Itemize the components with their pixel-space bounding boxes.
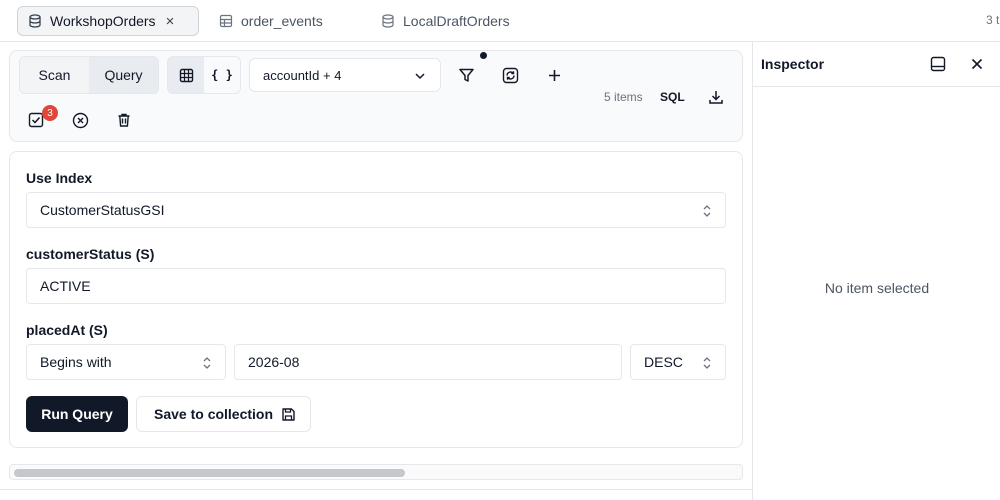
table-icon: [219, 14, 233, 28]
add-icon[interactable]: [544, 65, 564, 85]
database-icon: [381, 14, 395, 28]
tab-order-events[interactable]: order_events: [219, 6, 323, 36]
tab-label: order_events: [241, 13, 323, 29]
attribute-select[interactable]: accountId + 4: [249, 58, 441, 92]
save-button-label: Save to collection: [154, 406, 274, 422]
status-divider: [0, 489, 752, 490]
sort-order-value: DESC: [644, 354, 683, 370]
filter-icon[interactable]: [456, 65, 476, 85]
tab-count: 3 t: [986, 13, 1000, 27]
query-mode-button[interactable]: Query: [89, 57, 158, 93]
select-updown-icon: [702, 204, 712, 218]
attribute-select-value: accountId + 4: [263, 67, 342, 83]
partition-key-label: customerStatus (S): [26, 246, 155, 262]
selected-count-badge: 3: [42, 105, 58, 121]
save-icon: [282, 407, 295, 421]
grid-icon: [179, 68, 194, 83]
tab-workshoporders[interactable]: WorkshopOrders ×: [17, 6, 199, 36]
item-count: 5 items: [604, 90, 643, 104]
horizontal-scrollbar[interactable]: [9, 464, 743, 480]
select-updown-icon: [202, 356, 212, 370]
sort-key-value: 2026-08: [248, 354, 300, 370]
scan-mode-button[interactable]: Scan: [20, 57, 89, 93]
select-updown-icon: [702, 356, 712, 370]
database-icon: [28, 14, 42, 28]
mode-switch: Scan Query: [19, 56, 159, 94]
sort-key-operator-select[interactable]: Begins with: [26, 344, 226, 380]
run-query-button[interactable]: Run Query: [26, 396, 128, 432]
index-select-value: CustomerStatusGSI: [40, 202, 165, 218]
tab-localdraftorders[interactable]: LocalDraftOrders: [381, 6, 510, 36]
clear-selection-icon[interactable]: [70, 110, 90, 130]
close-icon[interactable]: ×: [166, 13, 175, 30]
sort-key-label: placedAt (S): [26, 322, 108, 338]
inspector-header: Inspector: [753, 42, 1000, 87]
inspector-panel: Inspector No item selected: [752, 42, 1000, 500]
partition-key-value: ACTIVE: [40, 278, 91, 294]
sort-key-value-input[interactable]: 2026-08: [234, 344, 622, 380]
main-panel: Scan Query { } accountId + 4 5 items SQL…: [0, 42, 752, 500]
json-view-button[interactable]: { }: [204, 57, 240, 93]
close-icon[interactable]: [967, 54, 987, 74]
chevron-down-icon: [414, 70, 426, 82]
index-select[interactable]: CustomerStatusGSI: [26, 192, 726, 228]
scrollbar-thumb[interactable]: [14, 469, 405, 477]
tab-label: LocalDraftOrders: [403, 13, 510, 29]
sort-order-select[interactable]: DESC: [630, 344, 726, 380]
filter-active-dot: [480, 52, 487, 59]
save-to-collection-button[interactable]: Save to collection: [136, 396, 311, 432]
tab-label: WorkshopOrders: [50, 13, 156, 29]
table-view-button[interactable]: [168, 57, 204, 93]
empty-state-text: No item selected: [824, 280, 930, 296]
panel-layout-icon[interactable]: [928, 54, 948, 74]
trash-icon[interactable]: [114, 110, 134, 130]
query-form: Use Index CustomerStatusGSI customerStat…: [9, 151, 743, 448]
sql-button[interactable]: SQL: [660, 90, 685, 104]
view-switch: { }: [167, 56, 241, 94]
inspector-title: Inspector: [761, 56, 825, 72]
refresh-icon[interactable]: [500, 65, 520, 85]
sort-key-operator-value: Begins with: [40, 354, 112, 370]
toolbar: Scan Query { } accountId + 4 5 items SQL…: [9, 50, 743, 142]
index-label: Use Index: [26, 170, 93, 186]
partition-key-input[interactable]: ACTIVE: [26, 268, 726, 304]
download-icon[interactable]: [706, 87, 726, 107]
tab-bar: WorkshopOrders × order_events LocalDraft…: [0, 0, 1000, 42]
